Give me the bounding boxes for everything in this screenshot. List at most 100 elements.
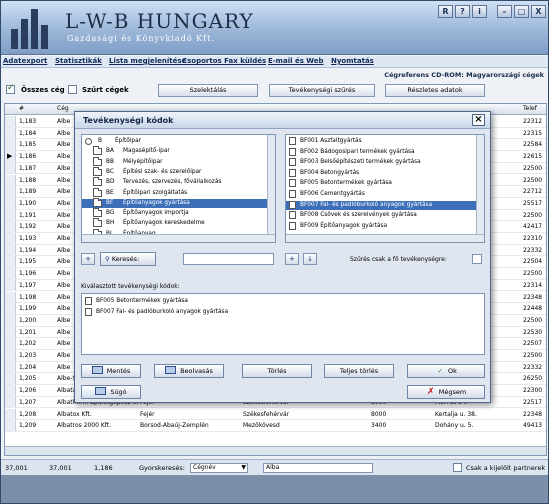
help-button[interactable]: ?: [455, 5, 470, 18]
activity-filter-button[interactable]: Tevékenységi szűrés: [269, 84, 375, 97]
move-down-icon[interactable]: ↓: [303, 253, 317, 265]
subcategory-item[interactable]: BF009 Építőanyagok gyártása: [286, 221, 477, 231]
save-icon: [91, 366, 103, 374]
category-item[interactable]: BB Mélyépítőipar: [82, 156, 268, 167]
cancel-button[interactable]: ✗ Mégsem: [407, 385, 485, 399]
cell-company: Albe: [57, 153, 71, 161]
row-indicator[interactable]: [5, 338, 16, 349]
minimize-button[interactable]: –: [497, 5, 512, 18]
row-indicator[interactable]: [5, 396, 16, 408]
grid-horizontal-scrollbar[interactable]: [5, 446, 546, 455]
row-indicator[interactable]: [5, 209, 16, 221]
quick-search-field-select[interactable]: Cégnév ▼: [190, 463, 248, 473]
quick-search-input[interactable]: Alba: [263, 463, 373, 473]
category-item[interactable]: BA Magasépítő-ipar: [82, 146, 268, 156]
row-indicator[interactable]: [5, 408, 16, 420]
subcategory-item[interactable]: BF008 Csövek és szerelvények gyártása: [286, 211, 477, 220]
row-indicator[interactable]: [5, 373, 16, 385]
row-indicator[interactable]: [5, 303, 16, 314]
subcategory-item[interactable]: BF007 Fal- és padlóburkoló anyagok gyárt…: [286, 200, 477, 210]
row-indicator[interactable]: [5, 268, 16, 279]
row-indicator[interactable]: [5, 233, 16, 244]
col-header-phone[interactable]: Telef: [523, 105, 537, 112]
load-button[interactable]: Beolvasás: [154, 364, 224, 378]
subcategory-item[interactable]: BF005 Betontermékek gyártása: [286, 179, 477, 188]
subcategory-list[interactable]: BF001 Aszfaltgyártás BF002 Bádogosipari t…: [285, 134, 485, 243]
info-button[interactable]: i: [472, 5, 487, 18]
selected-code-item[interactable]: BF007 Fal- és padlóburkoló anyagok gyárt…: [82, 308, 482, 317]
save-button[interactable]: Mentés: [81, 364, 141, 378]
category-item[interactable]: BH Építőanyagok kereskedelme: [82, 218, 268, 228]
subcategory-label: BF007 Fal- és padlóburkoló anyagok gyárt…: [300, 201, 433, 208]
row-indicator[interactable]: [5, 162, 16, 174]
category-item[interactable]: BE Építőipari szolgáltatás: [82, 187, 268, 198]
subcategory-label: BF009 Építőanyagok gyártása: [300, 222, 388, 229]
selected-codes-list[interactable]: BF005 Betontermékek gyártása BF007 Fal- é…: [81, 293, 485, 355]
category-item[interactable]: BC Építési szak- és szerelőipar: [82, 166, 268, 177]
category-list-scrollbar[interactable]: [267, 135, 275, 242]
menu-email-web[interactable]: E-mail és Web: [268, 57, 324, 65]
only-selected-checkbox[interactable]: [453, 463, 462, 472]
category-list-hscrollbar[interactable]: [82, 234, 275, 242]
register-button[interactable]: R: [438, 5, 453, 18]
menu-fax[interactable]: Csoportos Fax küldés: [182, 57, 266, 65]
row-indicator[interactable]: [5, 291, 16, 303]
row-indicator[interactable]: [5, 361, 16, 373]
menu-statisztikak[interactable]: Statisztikák: [55, 57, 102, 65]
row-indicator[interactable]: [5, 314, 16, 326]
row-indicator[interactable]: [5, 197, 16, 209]
subcategory-item[interactable]: BF002 Bádogosipari termékek gyártása: [286, 147, 477, 157]
maximize-button[interactable]: □: [514, 5, 529, 18]
row-indicator[interactable]: [5, 256, 16, 268]
add-code-icon[interactable]: +: [285, 253, 299, 265]
close-button[interactable]: X: [531, 5, 546, 18]
row-indicator[interactable]: [5, 221, 16, 232]
menu-adatexport[interactable]: Adatexport: [3, 57, 47, 65]
subcategory-list-hscrollbar[interactable]: [286, 234, 484, 242]
table-row[interactable]: 1,209 Albatros 2000 Kft. Borsod-Abaúj-Zemp…: [5, 420, 546, 432]
col-header-number[interactable]: #: [19, 105, 24, 112]
row-indicator[interactable]: [5, 350, 16, 361]
subcategory-list-scrollbar[interactable]: [476, 135, 484, 242]
cell-company: Albe: [57, 246, 71, 254]
row-indicator[interactable]: [5, 127, 16, 139]
category-list[interactable]: B Építőipar BA Magasépítő-ipar BB Mélyépítőip…: [81, 134, 276, 243]
menu-nyomtatas[interactable]: Nyomtatás: [331, 57, 374, 65]
col-header-company[interactable]: Cég: [57, 105, 69, 112]
delete-button[interactable]: Törlés: [242, 364, 312, 378]
row-indicator[interactable]: [5, 420, 16, 431]
category-item[interactable]: BG Építőanyagok importja: [82, 208, 268, 218]
subcategory-item[interactable]: BF006 Cementgyártás: [286, 190, 477, 199]
row-indicator[interactable]: [5, 186, 16, 197]
dialog-close-icon[interactable]: ×: [472, 114, 485, 126]
row-indicator[interactable]: [5, 279, 16, 291]
category-code: BG: [106, 210, 115, 217]
filtered-companies-checkbox[interactable]: [68, 85, 77, 94]
subcategory-item[interactable]: BF003 Belsőépítészeti termékek gyártása: [286, 158, 477, 167]
subcategory-item[interactable]: BF004 Betongyártás: [286, 168, 477, 178]
search-button[interactable]: ⚲ Keresés:: [100, 252, 156, 266]
category-item[interactable]: BF Építőanyagok gyártása: [82, 197, 268, 208]
menu-lista[interactable]: Lista megjelenítése: [109, 57, 186, 65]
row-indicator[interactable]: [5, 116, 16, 127]
delete-all-button[interactable]: Teljes törlés: [324, 364, 394, 378]
help-dialog-button[interactable]: Súgó: [81, 385, 141, 399]
selection-button[interactable]: Szelektálás: [158, 84, 258, 97]
row-indicator[interactable]: [5, 244, 16, 256]
main-activity-only-checkbox[interactable]: [472, 254, 482, 264]
table-row[interactable]: 1,208 Albatox Kft. Fejér Székesfehérvár 8000…: [5, 408, 546, 421]
details-button[interactable]: Részletes adatok: [385, 84, 485, 97]
ok-button[interactable]: ✓ Ok: [407, 364, 485, 378]
subcategory-item[interactable]: BF001 Aszfaltgyártás: [286, 137, 477, 146]
selected-code-item[interactable]: BF005 Betontermékek gyártása: [82, 297, 482, 306]
add-icon[interactable]: +: [81, 253, 95, 265]
row-indicator[interactable]: [5, 326, 16, 338]
row-indicator[interactable]: [5, 385, 16, 396]
row-indicator[interactable]: [5, 139, 16, 151]
category-item[interactable]: B Építőipar: [82, 137, 268, 146]
row-indicator[interactable]: [5, 174, 16, 186]
category-item[interactable]: BD Tervezés, szervezés, fővállalkozás: [82, 177, 268, 187]
all-companies-checkbox[interactable]: ✓: [6, 83, 15, 94]
cell-number: 1,189: [19, 188, 37, 196]
search-input[interactable]: [183, 253, 274, 265]
